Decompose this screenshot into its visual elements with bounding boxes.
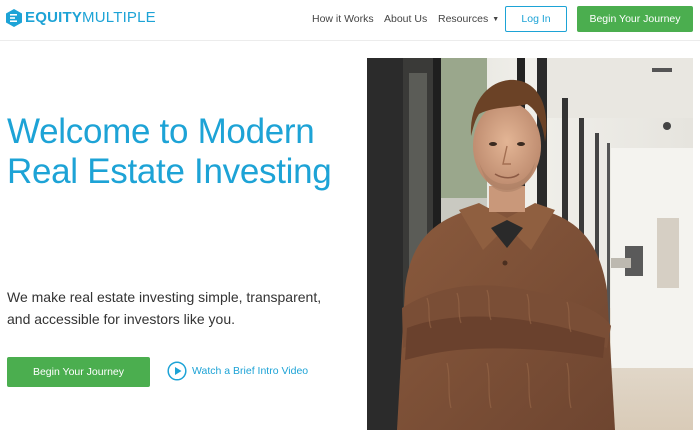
hero-begin-journey-button[interactable]: Begin Your Journey — [7, 357, 150, 387]
hero-subtext: We make real estate investing simple, tr… — [7, 289, 322, 327]
nav-about-us[interactable]: About Us — [384, 13, 427, 25]
logo-text-bold: EQUITY — [25, 9, 83, 26]
watch-video-label: Watch a Brief Intro Video — [192, 365, 309, 377]
equitymultiple-logo-icon — [6, 9, 22, 27]
watch-video-link[interactable]: Watch a Brief Intro Video — [167, 361, 308, 381]
login-button[interactable]: Log In — [505, 6, 567, 32]
play-circle-icon — [167, 361, 187, 381]
caret-down-icon: ▼ — [492, 15, 500, 23]
header-begin-journey-button[interactable]: Begin Your Journey — [577, 6, 693, 32]
site-header: EQUITYMULTIPLE How it Works About Us Res… — [0, 0, 700, 41]
nav-how-it-works[interactable]: How it Works — [312, 13, 374, 25]
nav-resources[interactable]: Resources ▼ — [438, 13, 499, 25]
logo-text-light: MULTIPLE — [82, 9, 156, 26]
logo[interactable]: EQUITYMULTIPLE — [6, 9, 156, 27]
hero-photo — [367, 58, 693, 430]
logo-text: EQUITYMULTIPLE — [25, 9, 156, 27]
man-in-brown-sweater-photo — [367, 58, 693, 430]
hero-headline: Welcome to Modern Real Estate Investing — [7, 112, 332, 191]
nav-resources-label: Resources — [438, 13, 489, 25]
